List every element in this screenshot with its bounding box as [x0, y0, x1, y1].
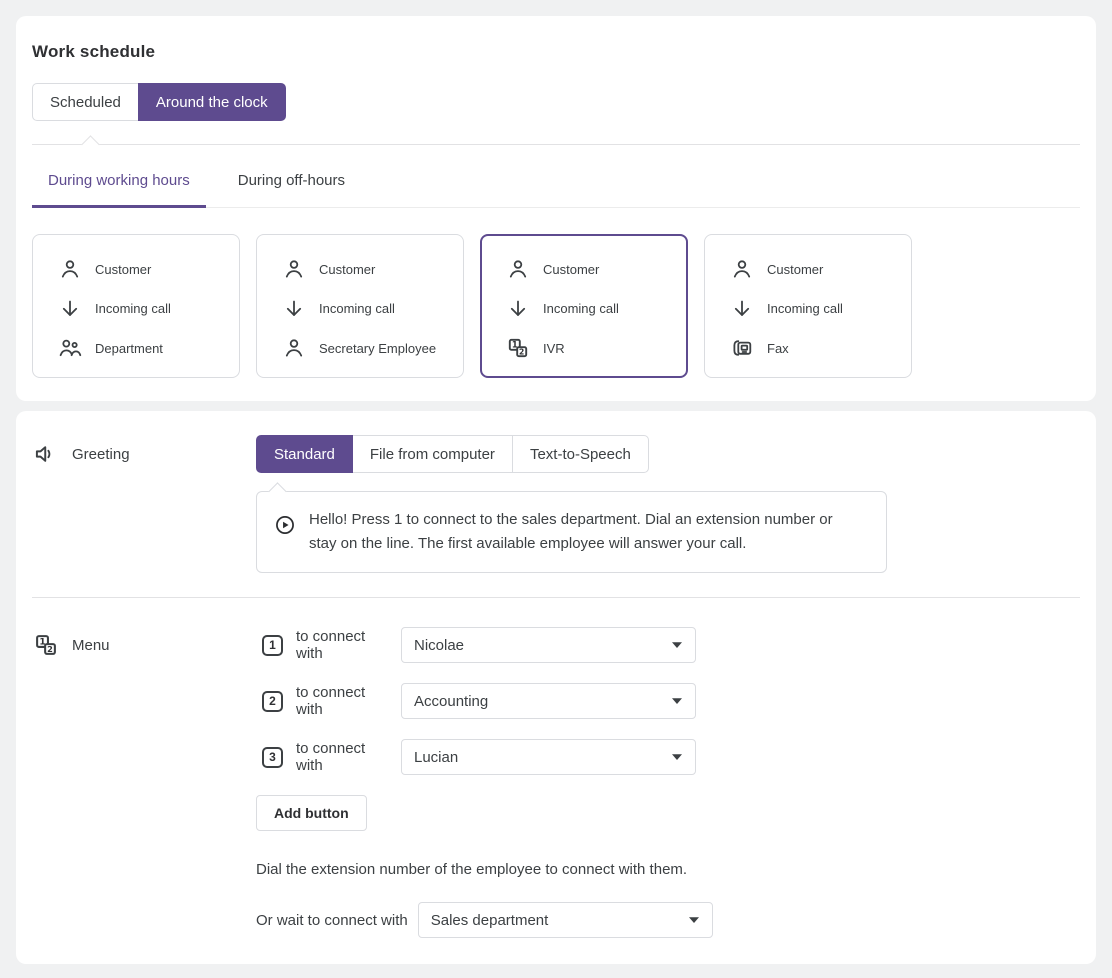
connect-2-select[interactable]: Accounting	[401, 683, 696, 719]
add-button[interactable]: Add button	[256, 795, 367, 831]
hours-tabs: During working hours During off-hours	[32, 145, 1080, 208]
flow-step: Incoming call	[729, 292, 899, 326]
flow-step-label: Customer	[767, 262, 823, 277]
page-title: Work schedule	[32, 42, 1080, 62]
connect-with-label: to connect with	[296, 740, 393, 774]
greeting-message: Hello! Press 1 to connect to the sales d…	[309, 508, 862, 556]
flow-step-label: IVR	[543, 341, 565, 356]
key-1-badge: 1	[262, 635, 283, 656]
connect-3-value: Lucian	[414, 749, 671, 766]
bubble-tail	[268, 482, 286, 500]
menu-content: 1 to connect with Nicolae 2 to connect w…	[256, 627, 713, 938]
menu-row-2: 2 to connect with Accounting	[256, 683, 713, 719]
greeting-mode-file[interactable]: File from computer	[352, 435, 513, 473]
flow-step: Customer	[729, 252, 899, 286]
greeting-label-group: Greeting	[32, 435, 256, 473]
flow-card-fax[interactable]: Customer Incoming call Fax	[704, 234, 912, 378]
greeting-mode-standard[interactable]: Standard	[256, 435, 353, 473]
person-icon	[57, 256, 83, 282]
ivr-icon	[505, 335, 531, 361]
flow-card-ivr-selected[interactable]: Customer Incoming call IVR	[480, 234, 688, 378]
fax-icon	[729, 335, 755, 361]
connect-1-select[interactable]: Nicolae	[401, 627, 696, 663]
connect-3-select[interactable]: Lucian	[401, 739, 696, 775]
flow-step-label: Customer	[95, 262, 151, 277]
flow-step-label: Incoming call	[95, 301, 171, 316]
tab-during-working-hours[interactable]: During working hours	[32, 145, 206, 208]
group-icon	[57, 335, 83, 361]
tab-during-off-hours[interactable]: During off-hours	[222, 145, 361, 208]
connect-with-label: to connect with	[296, 684, 393, 718]
greeting-message-box: Hello! Press 1 to connect to the sales d…	[256, 491, 887, 573]
person-icon	[729, 256, 755, 282]
wait-connect-select[interactable]: Sales department	[418, 902, 713, 938]
section-divider	[32, 597, 1080, 598]
play-circle-icon[interactable]	[274, 514, 296, 536]
wait-connect-row: Or wait to connect with Sales department	[256, 902, 713, 938]
arrow-down-icon	[57, 296, 83, 322]
caret-down-icon	[671, 697, 683, 705]
arrow-down-icon	[505, 296, 531, 322]
greeting-mode-toggle: Standard File from computer Text-to-Spee…	[256, 435, 649, 473]
greeting-section: Greeting Standard File from computer Tex…	[32, 435, 1080, 573]
caret-down-icon	[688, 916, 700, 924]
flow-step: Customer	[505, 252, 675, 286]
flow-step-label: Customer	[319, 262, 375, 277]
flow-step: Incoming call	[281, 292, 451, 326]
flow-step-label: Incoming call	[543, 301, 619, 316]
arrow-down-icon	[281, 296, 307, 322]
wait-connect-label: Or wait to connect with	[256, 912, 408, 929]
flow-step-label: Department	[95, 341, 163, 356]
toggle-divider	[32, 144, 1080, 145]
menu-row-3: 3 to connect with Lucian	[256, 739, 713, 775]
caret-down-icon	[671, 753, 683, 761]
flow-step-label: Incoming call	[767, 301, 843, 316]
ivr-settings-card: Greeting Standard File from computer Tex…	[16, 411, 1096, 964]
flow-step: Customer	[57, 252, 227, 286]
work-schedule-card: Work schedule Scheduled Around the clock…	[16, 16, 1096, 401]
person-icon	[281, 335, 307, 361]
greeting-content: Standard File from computer Text-to-Spee…	[256, 435, 887, 573]
flow-step: IVR	[505, 331, 675, 365]
flow-step: Customer	[281, 252, 451, 286]
person-icon	[281, 256, 307, 282]
flow-step: Department	[57, 331, 227, 365]
flow-step-label: Customer	[543, 262, 599, 277]
around-the-clock-button[interactable]: Around the clock	[138, 83, 286, 121]
flow-step: Incoming call	[505, 292, 675, 326]
scheduled-button[interactable]: Scheduled	[32, 83, 139, 121]
ivr-icon	[32, 631, 60, 659]
flow-card-department[interactable]: Customer Incoming call Department	[32, 234, 240, 378]
flow-step-label: Fax	[767, 341, 789, 356]
flow-step-label: Secretary Employee	[319, 341, 436, 356]
key-2-badge: 2	[262, 691, 283, 712]
extension-hint-text: Dial the extension number of the employe…	[256, 861, 713, 878]
connect-with-label: to connect with	[296, 628, 393, 662]
caret-down-icon	[671, 641, 683, 649]
menu-section: Menu 1 to connect with Nicolae 2 to conn…	[32, 627, 1080, 938]
connect-2-value: Accounting	[414, 693, 671, 710]
menu-row-1: 1 to connect with Nicolae	[256, 627, 713, 663]
greeting-mode-tts[interactable]: Text-to-Speech	[512, 435, 649, 473]
flow-step: Incoming call	[57, 292, 227, 326]
arrow-down-icon	[729, 296, 755, 322]
flow-step: Fax	[729, 331, 899, 365]
greeting-label: Greeting	[72, 446, 130, 463]
speaker-icon	[32, 440, 60, 468]
wait-connect-value: Sales department	[431, 912, 688, 929]
connect-1-value: Nicolae	[414, 637, 671, 654]
menu-label: Menu	[72, 637, 110, 654]
menu-label-group: Menu	[32, 627, 256, 663]
flow-card-secretary[interactable]: Customer Incoming call Secretary Employe…	[256, 234, 464, 378]
flow-step: Secretary Employee	[281, 331, 451, 365]
call-flow-options: Customer Incoming call Department Custom…	[32, 234, 1080, 378]
person-icon	[505, 256, 531, 282]
flow-step-label: Incoming call	[319, 301, 395, 316]
key-3-badge: 3	[262, 747, 283, 768]
schedule-toggle: Scheduled Around the clock	[32, 83, 286, 121]
